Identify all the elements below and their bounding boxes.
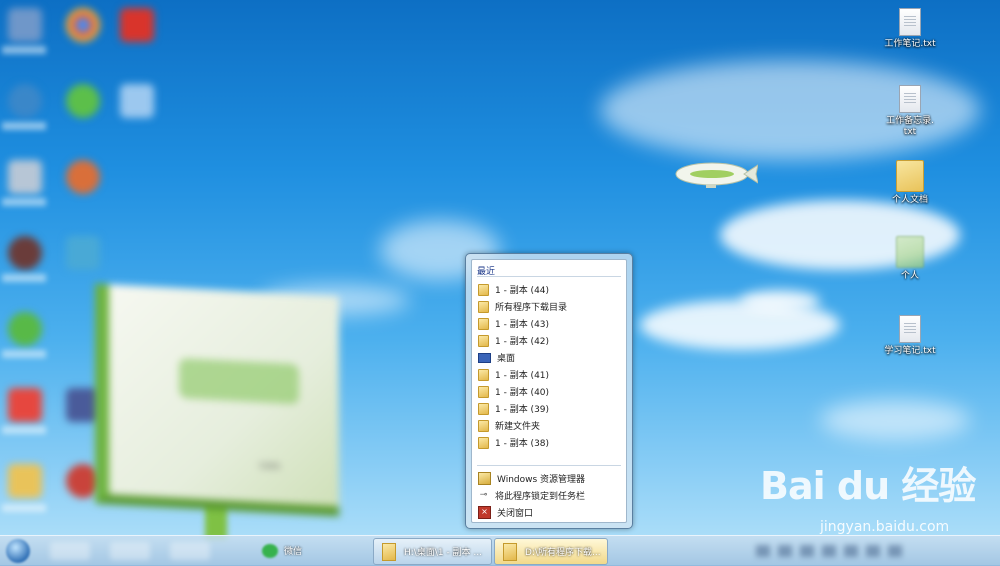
app-icon[interactable] — [120, 84, 154, 118]
chrome-icon[interactable] — [66, 8, 100, 42]
jump-list-item[interactable]: 所有程序下载目录 — [478, 299, 622, 314]
app-icon[interactable] — [66, 160, 100, 194]
system-tray[interactable] — [752, 540, 992, 562]
folder-icon — [478, 368, 489, 381]
desktop-file-study-notes[interactable]: 学习笔记.txt — [880, 315, 940, 357]
airship-image — [675, 162, 758, 188]
folder-icon — [478, 317, 489, 330]
billboard: com — [95, 283, 339, 517]
icon-label — [2, 274, 46, 282]
desktop-folder-personal-docs[interactable]: 个人文档 — [880, 160, 940, 206]
open-explorer-task[interactable]: Windows 资源管理器 — [478, 471, 622, 486]
jump-list-item[interactable]: 1 - 副本 (42) — [478, 333, 622, 348]
app-icon[interactable] — [8, 388, 42, 422]
text-file-icon — [899, 8, 921, 36]
folder-icon — [478, 419, 489, 432]
folder-icon — [478, 300, 489, 313]
close-icon: × — [478, 506, 491, 519]
app-icon[interactable] — [8, 312, 42, 346]
billboard-text: com — [259, 460, 281, 473]
icon-label — [2, 46, 46, 54]
taskbar-app-button[interactable] — [50, 542, 90, 560]
computer-icon[interactable] — [8, 8, 42, 42]
wechat-icon — [262, 543, 278, 558]
folder-icon — [503, 542, 517, 561]
cloud — [820, 400, 970, 440]
desktop-folder-personal[interactable]: 个人 — [880, 236, 940, 282]
jump-list-item[interactable]: 新建文件夹 — [478, 418, 622, 433]
taskbar-window-d-downloads[interactable]: D:\所有程序下载... — [494, 538, 608, 565]
jump-list-panel: 最近 1 - 副本 (44) 所有程序下载目录 1 - 副本 (43) 1 - … — [471, 259, 627, 523]
divider — [477, 276, 621, 277]
recycle-bin-icon[interactable] — [8, 160, 42, 194]
explorer-icon — [478, 472, 491, 485]
jump-list-item[interactable]: 1 - 副本 (41) — [478, 367, 622, 382]
baidu-watermark: Bai du 经验 jingyan.baidu.com — [760, 455, 990, 535]
text-file-icon — [899, 315, 921, 343]
desktop-icon — [478, 352, 491, 363]
app-icon[interactable] — [66, 236, 100, 270]
icon-label — [2, 198, 46, 206]
app-icon[interactable] — [8, 236, 42, 270]
jump-list-item[interactable]: 1 - 副本 (43) — [478, 316, 622, 331]
icon-label — [2, 350, 46, 358]
billboard-logo — [179, 358, 299, 405]
taskbar-window-h-desktop[interactable]: H:\桌面\1 - 副本 ... — [373, 538, 492, 565]
icon-label — [2, 504, 46, 512]
taskbar-app-button[interactable] — [170, 542, 210, 560]
jump-list-item[interactable]: 1 - 副本 (39) — [478, 401, 622, 416]
jump-list-item[interactable]: 1 - 副本 (40) — [478, 384, 622, 399]
icon-label: 个人 — [900, 271, 919, 281]
icon-label — [2, 122, 46, 130]
jump-list-item[interactable]: 桌面 — [478, 350, 622, 365]
taskbar-wechat[interactable]: 微信 — [258, 538, 366, 563]
icon-label — [2, 426, 46, 434]
folder-icon — [478, 402, 489, 415]
folder-icon — [478, 334, 489, 347]
pin-to-taskbar-task[interactable]: ⊸ 将此程序锁定到任务栏 — [478, 488, 622, 503]
taskbar-app-button[interactable] — [110, 542, 150, 560]
taskbar: 微信 H:\桌面\1 - 副本 ... D:\所有程序下载... — [0, 535, 1000, 566]
folder-icon — [896, 160, 924, 192]
icon-label: 工作笔记.txt — [884, 39, 936, 49]
folder-icon — [478, 436, 489, 449]
jump-list-item[interactable]: 1 - 副本 (44) — [478, 282, 622, 297]
app-icon[interactable] — [66, 84, 100, 118]
folder-icon — [478, 283, 489, 296]
watermark-logo: Bai du 经验 — [760, 464, 976, 508]
icon-label: 学习笔记.txt — [884, 346, 936, 356]
icon-label: 工作备忘录. txt — [886, 116, 934, 137]
network-icon[interactable] — [8, 84, 42, 118]
start-button[interactable] — [6, 539, 30, 563]
jump-list-item[interactable]: 1 - 副本 (38) — [478, 435, 622, 450]
folder-icon — [478, 385, 489, 398]
pin-icon: ⊸ — [479, 490, 488, 500]
folder-icon — [382, 542, 396, 561]
folder-icon[interactable] — [8, 464, 42, 498]
desktop-file-work-memo[interactable]: 工作备忘录. txt — [880, 85, 940, 138]
divider — [477, 465, 621, 466]
desktop-file-work-notes[interactable]: 工作笔记.txt — [880, 8, 940, 50]
close-window-task[interactable]: × 关闭窗口 — [478, 505, 622, 520]
icon-label: 个人文档 — [891, 195, 928, 205]
cloud — [740, 290, 820, 312]
jump-list: 最近 1 - 副本 (44) 所有程序下载目录 1 - 副本 (43) 1 - … — [465, 253, 633, 529]
folder-icon — [896, 236, 924, 268]
text-file-icon — [899, 85, 921, 113]
watermark-url: jingyan.baidu.com — [820, 519, 950, 535]
flash-icon[interactable] — [120, 8, 154, 42]
